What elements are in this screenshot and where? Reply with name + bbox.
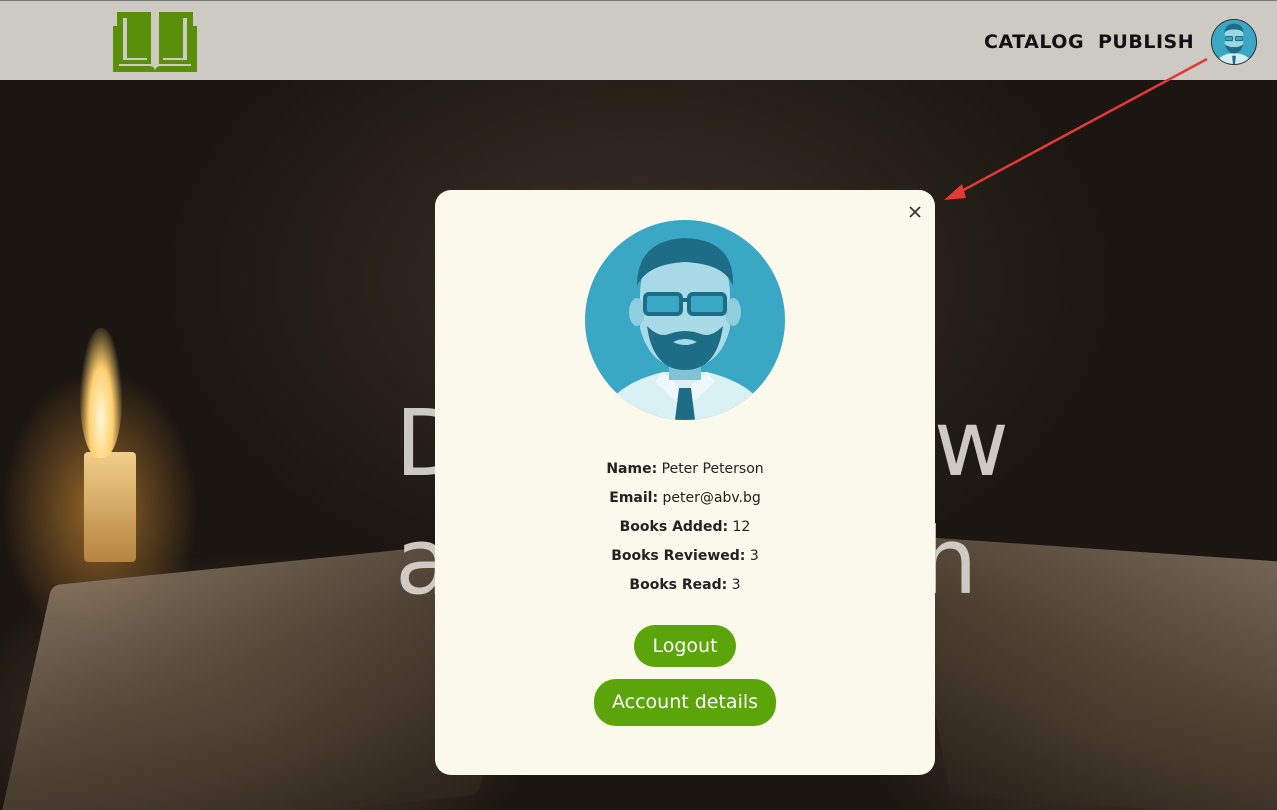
- email-value: peter@abv.bg: [662, 490, 761, 506]
- user-avatar-icon[interactable]: [1211, 19, 1257, 65]
- name-value: Peter Peterson: [661, 461, 764, 477]
- email-label: Email:: [609, 490, 659, 506]
- nav-publish-link[interactable]: PUBLISH: [1098, 31, 1194, 53]
- top-nav-bar: CATALOG PUBLISH: [0, 0, 1277, 80]
- profile-email-row: Email: peter@abv.bg: [435, 487, 935, 516]
- open-book-icon[interactable]: [113, 12, 197, 72]
- books-reviewed-value: 3: [749, 548, 759, 564]
- hero-candle: [84, 452, 136, 562]
- close-icon[interactable]: [905, 202, 925, 222]
- profile-info: Name: Peter Peterson Email: peter@abv.bg…: [435, 458, 935, 603]
- books-reviewed-label: Books Reviewed:: [611, 548, 746, 564]
- user-avatar-icon: [585, 220, 785, 420]
- logout-button[interactable]: Logout: [634, 625, 736, 667]
- books-read-value: 3: [731, 577, 741, 593]
- books-read-label: Books Read:: [629, 577, 728, 593]
- books-added-label: Books Added:: [619, 519, 729, 535]
- profile-name-row: Name: Peter Peterson: [435, 458, 935, 487]
- account-details-button[interactable]: Account details: [594, 679, 776, 726]
- books-read-row: Books Read: 3: [435, 574, 935, 603]
- books-added-row: Books Added: 12: [435, 516, 935, 545]
- name-label: Name:: [606, 461, 658, 477]
- nav-catalog-link[interactable]: CATALOG: [984, 31, 1084, 53]
- profile-modal: Name: Peter Peterson Email: peter@abv.bg…: [435, 190, 935, 775]
- hero-candle-flame: [80, 328, 122, 458]
- books-reviewed-row: Books Reviewed: 3: [435, 545, 935, 574]
- books-added-value: 12: [732, 519, 751, 535]
